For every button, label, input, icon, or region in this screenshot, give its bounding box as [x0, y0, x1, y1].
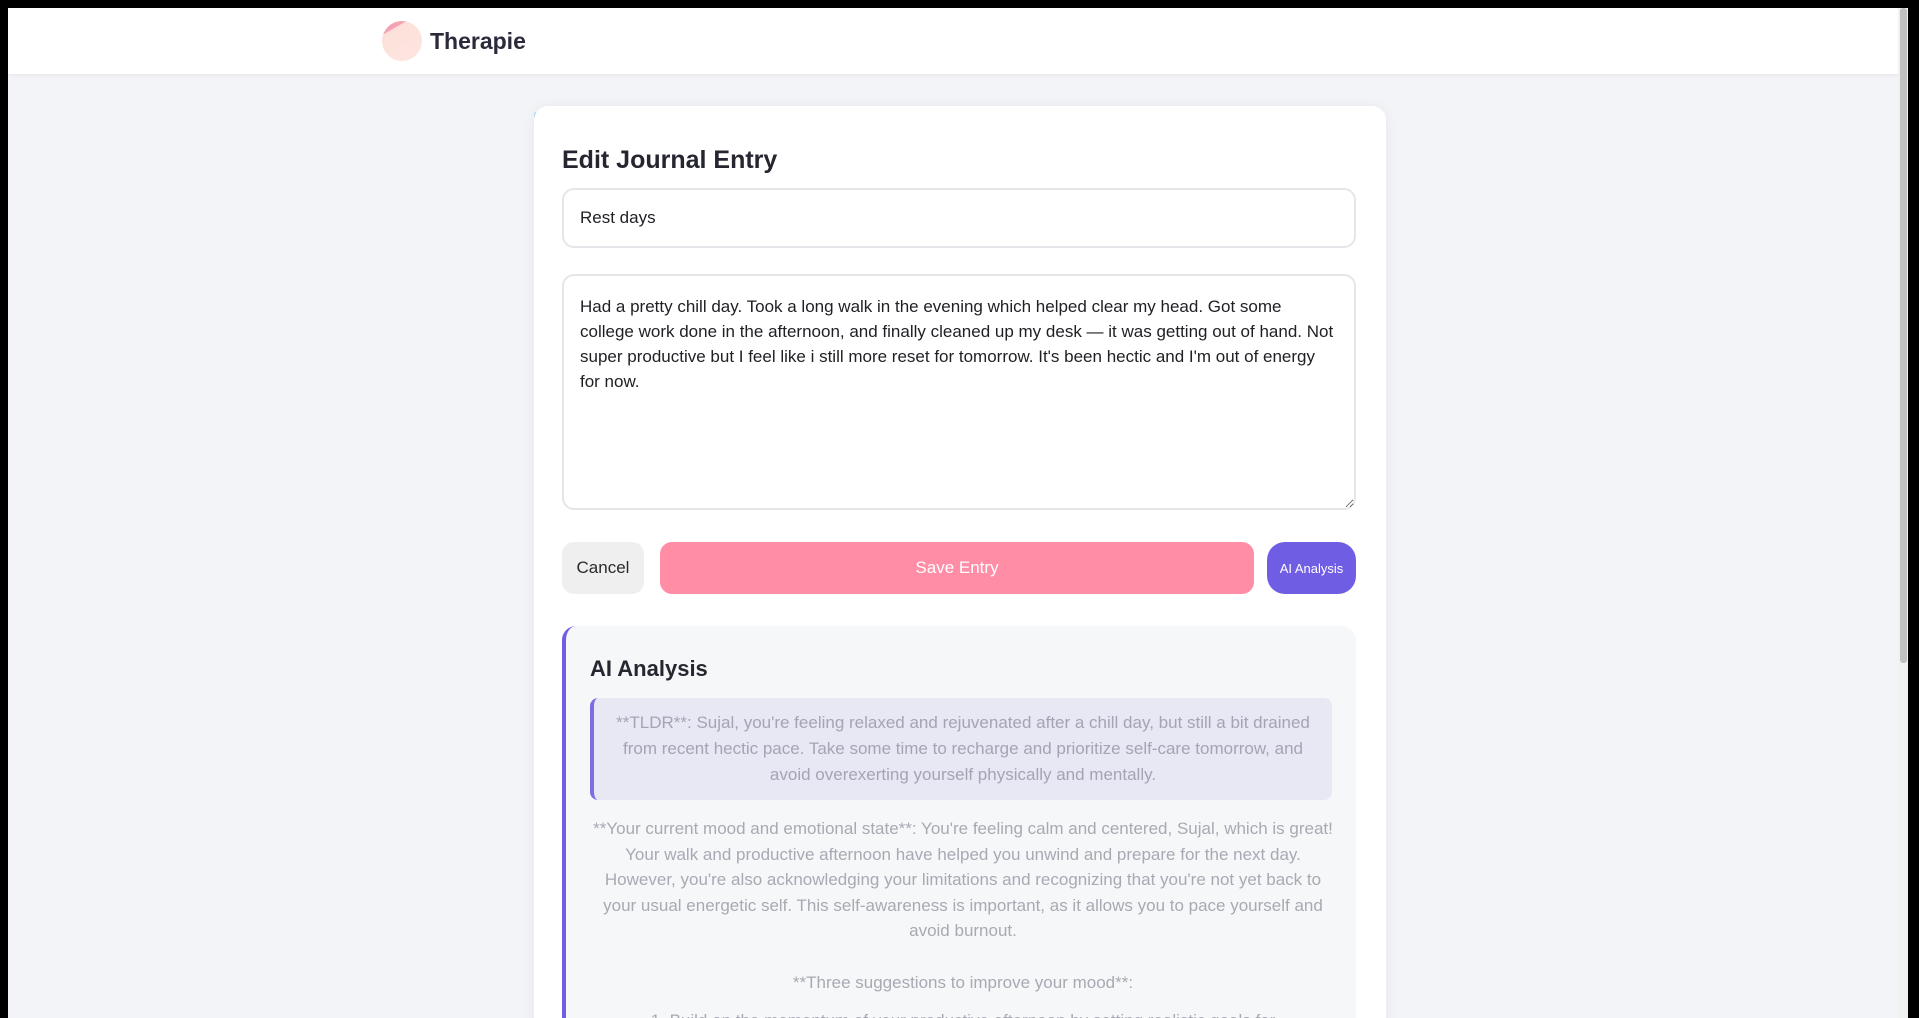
- cancel-button[interactable]: Cancel: [562, 542, 644, 594]
- app-viewport: Therapie Edit Journal Entry Had a pretty…: [8, 8, 1908, 1018]
- journal-edit-card: Edit Journal Entry Had a pretty chill da…: [534, 106, 1386, 1018]
- logo-icon: [382, 21, 422, 61]
- analysis-suggestion-item: 1. Build on the momentum of your product…: [590, 1008, 1336, 1018]
- entry-content-textarea[interactable]: Had a pretty chill day. Took a long walk…: [562, 274, 1356, 510]
- ai-analysis-panel: AI Analysis **TLDR**: Sujal, you're feel…: [562, 626, 1356, 1018]
- save-entry-button[interactable]: Save Entry: [660, 542, 1254, 594]
- analysis-tldr: **TLDR**: Sujal, you're feeling relaxed …: [590, 698, 1332, 800]
- analysis-suggestions-heading: **Three suggestions to improve your mood…: [792, 973, 1134, 992]
- ai-analysis-button[interactable]: AI Analysis: [1267, 542, 1356, 594]
- entry-title-input[interactable]: [562, 188, 1356, 248]
- analysis-mood-paragraph: **Your current mood and emotional state*…: [593, 819, 1333, 940]
- page-scrollbar[interactable]: [1898, 8, 1908, 1018]
- brand-logo[interactable]: Therapie: [382, 21, 526, 61]
- scrollbar-thumb[interactable]: [1900, 8, 1907, 663]
- top-navbar: Therapie: [8, 8, 1908, 74]
- brand-name: Therapie: [430, 27, 526, 54]
- page-title: Edit Journal Entry: [562, 146, 778, 174]
- analysis-heading: AI Analysis: [590, 656, 708, 681]
